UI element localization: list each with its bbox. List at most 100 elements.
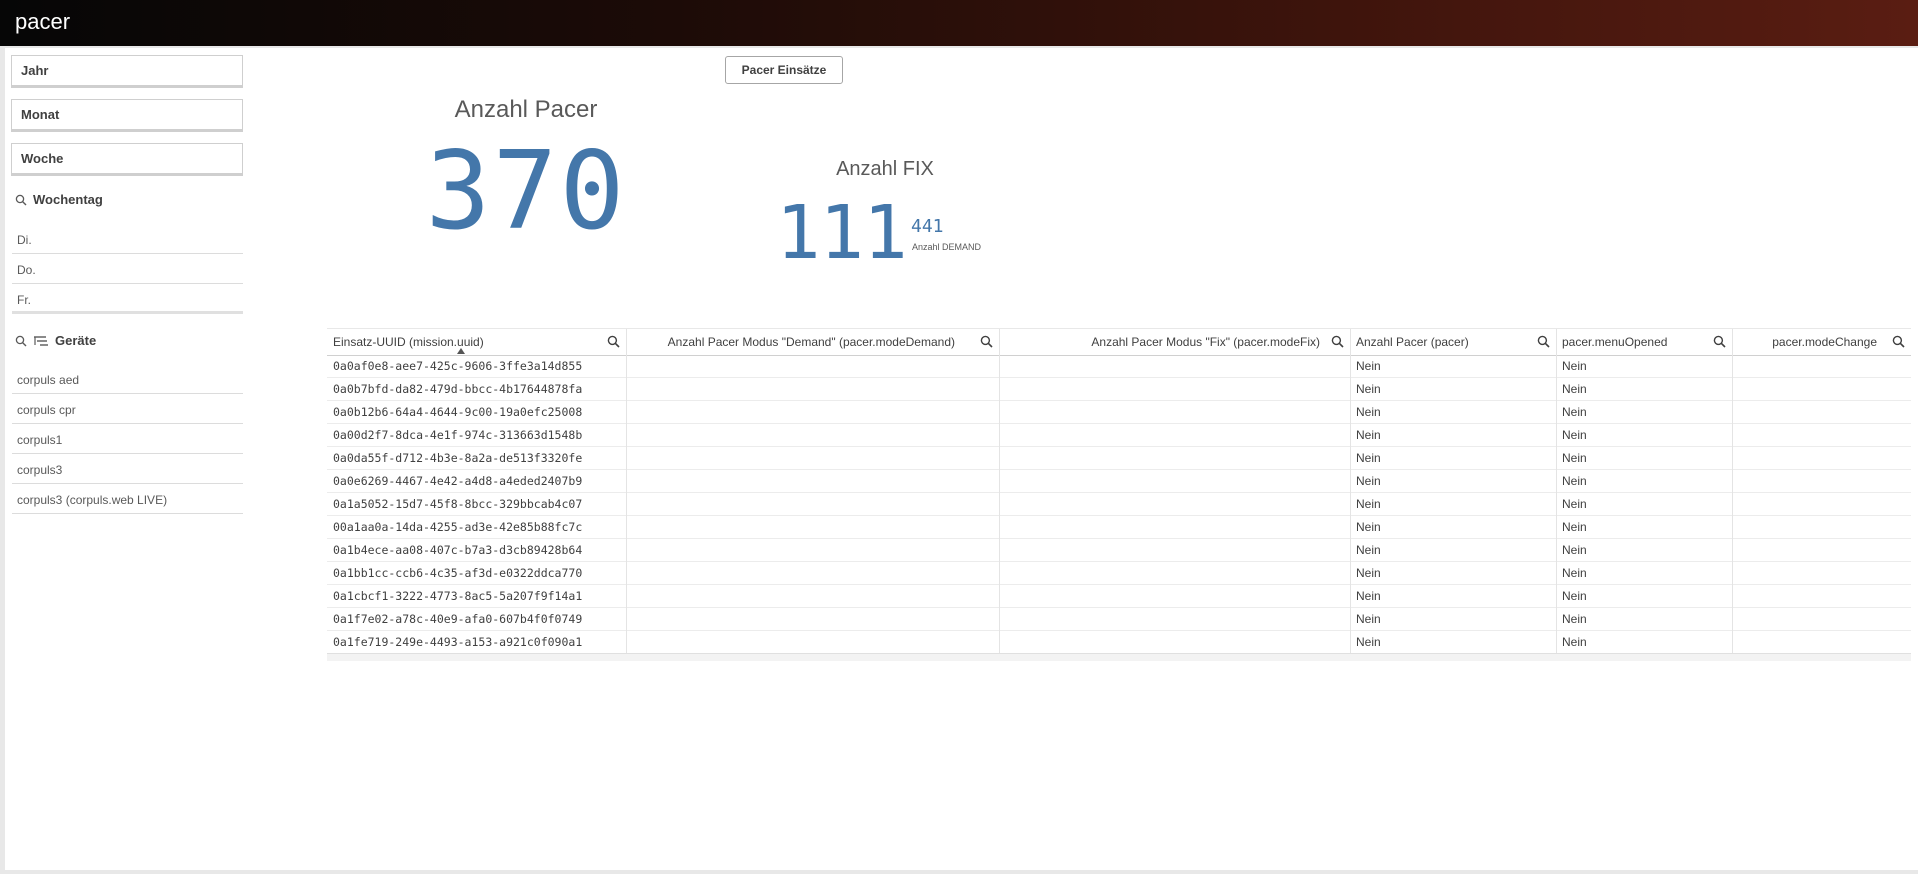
cell-mode-fix[interactable]	[1000, 608, 1351, 631]
cell-menu-opened[interactable]: Nein	[1557, 401, 1733, 424]
cell-mode-change[interactable]	[1733, 562, 1911, 585]
table-row[interactable]: 0a0da55f-d712-4b3e-8a2a-de513f3320fe Nein…	[327, 447, 1911, 470]
cell-anzahl-pacer[interactable]: Nein	[1351, 355, 1557, 378]
cell-mode-fix[interactable]	[1000, 355, 1351, 378]
cell-mode-change[interactable]	[1733, 608, 1911, 631]
cell-mission-uuid[interactable]: 00a1aa0a-14da-4255-ad3e-42e85b88fc7c	[327, 516, 627, 539]
cell-menu-opened[interactable]: Nein	[1557, 470, 1733, 493]
cell-mission-uuid[interactable]: 0a1a5052-15d7-45f8-8bcc-329bbcab4c07	[327, 493, 627, 516]
cell-mission-uuid[interactable]: 0a0af0e8-aee7-425c-9606-3ffe3a14d855	[327, 355, 627, 378]
cell-mode-demand[interactable]	[627, 608, 1000, 631]
table-row[interactable]: 0a00d2f7-8dca-4e1f-974c-313663d1548b Nein…	[327, 424, 1911, 447]
cell-mission-uuid[interactable]: 0a1b4ece-aa08-407c-b7a3-d3cb89428b64	[327, 539, 627, 562]
table-row[interactable]: 0a0b12b6-64a4-4644-9c00-19a0efc25008 Nein…	[327, 401, 1911, 424]
list-item[interactable]: corpuls3	[12, 455, 243, 484]
cell-mode-change[interactable]	[1733, 585, 1911, 608]
cell-mission-uuid[interactable]: 0a0e6269-4467-4e42-a4d8-a4eded2407b9	[327, 470, 627, 493]
cell-anzahl-pacer[interactable]: Nein	[1351, 562, 1557, 585]
cell-mode-fix[interactable]	[1000, 562, 1351, 585]
table-row[interactable]: 0a0af0e8-aee7-425c-9606-3ffe3a14d855 Nein…	[327, 355, 1911, 378]
table-scroll-area[interactable]	[327, 653, 1911, 661]
cell-mission-uuid[interactable]: 0a1bb1cc-ccb6-4c35-af3d-e0322ddca770	[327, 562, 627, 585]
cell-mode-change[interactable]	[1733, 539, 1911, 562]
cell-mode-demand[interactable]	[627, 355, 1000, 378]
cell-mode-change[interactable]	[1733, 424, 1911, 447]
cell-mission-uuid[interactable]: 0a00d2f7-8dca-4e1f-974c-313663d1548b	[327, 424, 627, 447]
cell-mode-fix[interactable]	[1000, 493, 1351, 516]
cell-menu-opened[interactable]: Nein	[1557, 516, 1733, 539]
cell-mission-uuid[interactable]: 0a1f7e02-a78c-40e9-afa0-607b4f0f0749	[327, 608, 627, 631]
table-row[interactable]: 0a1bb1cc-ccb6-4c35-af3d-e0322ddca770 Nein…	[327, 562, 1911, 585]
cell-anzahl-pacer[interactable]: Nein	[1351, 516, 1557, 539]
cell-mode-change[interactable]	[1733, 470, 1911, 493]
table-row[interactable]: 0a1cbcf1-3222-4773-8ac5-5a207f9f14a1 Nein…	[327, 585, 1911, 608]
column-header-mode-change[interactable]: pacer.modeChange	[1733, 329, 1911, 355]
table-row[interactable]: 0a1a5052-15d7-45f8-8bcc-329bbcab4c07 Nein…	[327, 493, 1911, 516]
column-header-mission-uuid[interactable]: Einsatz-UUID (mission.uuid)	[327, 329, 627, 355]
cell-menu-opened[interactable]: Nein	[1557, 493, 1733, 516]
filter-woche[interactable]: Woche	[11, 143, 243, 176]
cell-anzahl-pacer[interactable]: Nein	[1351, 470, 1557, 493]
cell-anzahl-pacer[interactable]: Nein	[1351, 424, 1557, 447]
list-item[interactable]: corpuls3 (corpuls.web LIVE)	[12, 485, 243, 514]
table-row[interactable]: 0a0e6269-4467-4e42-a4d8-a4eded2407b9 Nein…	[327, 470, 1911, 493]
cell-mode-fix[interactable]	[1000, 516, 1351, 539]
search-icon[interactable]	[980, 335, 993, 348]
cell-menu-opened[interactable]: Nein	[1557, 424, 1733, 447]
column-header-mode-demand[interactable]: Anzahl Pacer Modus "Demand" (pacer.modeD…	[627, 329, 1000, 355]
cell-anzahl-pacer[interactable]: Nein	[1351, 401, 1557, 424]
table-row[interactable]: 0a1b4ece-aa08-407c-b7a3-d3cb89428b64 Nein…	[327, 539, 1911, 562]
cell-mode-demand[interactable]	[627, 539, 1000, 562]
table-row[interactable]: 00a1aa0a-14da-4255-ad3e-42e85b88fc7c Nein…	[327, 516, 1911, 539]
cell-anzahl-pacer[interactable]: Nein	[1351, 631, 1557, 654]
cell-anzahl-pacer[interactable]: Nein	[1351, 585, 1557, 608]
column-header-menu-opened[interactable]: pacer.menuOpened	[1557, 329, 1733, 355]
cell-mode-change[interactable]	[1733, 516, 1911, 539]
cell-menu-opened[interactable]: Nein	[1557, 539, 1733, 562]
cell-menu-opened[interactable]: Nein	[1557, 447, 1733, 470]
cell-mode-demand[interactable]	[627, 516, 1000, 539]
cell-mode-demand[interactable]	[627, 424, 1000, 447]
cell-mode-fix[interactable]	[1000, 401, 1351, 424]
filter-jahr[interactable]: Jahr	[11, 55, 243, 88]
geraete-listbox-header[interactable]: Geräte	[15, 333, 96, 348]
cell-menu-opened[interactable]: Nein	[1557, 355, 1733, 378]
cell-anzahl-pacer[interactable]: Nein	[1351, 447, 1557, 470]
cell-mission-uuid[interactable]: 0a0b7bfd-da82-479d-bbcc-4b17644878fa	[327, 378, 627, 401]
cell-mission-uuid[interactable]: 0a0b12b6-64a4-4644-9c00-19a0efc25008	[327, 401, 627, 424]
cell-mode-demand[interactable]	[627, 585, 1000, 608]
cell-anzahl-pacer[interactable]: Nein	[1351, 378, 1557, 401]
table-row[interactable]: 0a0b7bfd-da82-479d-bbcc-4b17644878fa Nein…	[327, 378, 1911, 401]
cell-menu-opened[interactable]: Nein	[1557, 608, 1733, 631]
list-item[interactable]: corpuls1	[12, 425, 243, 454]
cell-mode-demand[interactable]	[627, 493, 1000, 516]
search-icon[interactable]	[1713, 335, 1726, 348]
wochentag-listbox-header[interactable]: Wochentag	[15, 192, 103, 207]
search-icon[interactable]	[1892, 335, 1905, 348]
cell-menu-opened[interactable]: Nein	[1557, 378, 1733, 401]
cell-mode-demand[interactable]	[627, 631, 1000, 654]
cell-mission-uuid[interactable]: 0a1fe719-249e-4493-a153-a921c0f090a1	[327, 631, 627, 654]
filter-monat[interactable]: Monat	[11, 99, 243, 132]
cell-mode-change[interactable]	[1733, 447, 1911, 470]
cell-mode-demand[interactable]	[627, 447, 1000, 470]
cell-mode-demand[interactable]	[627, 470, 1000, 493]
cell-mode-fix[interactable]	[1000, 378, 1351, 401]
cell-anzahl-pacer[interactable]: Nein	[1351, 539, 1557, 562]
table-row[interactable]: 0a1fe719-249e-4493-a153-a921c0f090a1 Nein…	[327, 631, 1911, 654]
cell-menu-opened[interactable]: Nein	[1557, 585, 1733, 608]
cell-mode-change[interactable]	[1733, 355, 1911, 378]
pacer-einsaetze-button[interactable]: Pacer Einsätze	[725, 56, 843, 84]
cell-mode-demand[interactable]	[627, 562, 1000, 585]
search-icon[interactable]	[607, 335, 620, 348]
cell-mode-fix[interactable]	[1000, 470, 1351, 493]
cell-mode-fix[interactable]	[1000, 447, 1351, 470]
column-header-mode-fix[interactable]: Anzahl Pacer Modus "Fix" (pacer.modeFix)	[1000, 329, 1351, 355]
cell-mode-demand[interactable]	[627, 378, 1000, 401]
column-header-anzahl-pacer[interactable]: Anzahl Pacer (pacer)	[1351, 329, 1557, 355]
cell-menu-opened[interactable]: Nein	[1557, 562, 1733, 585]
cell-mode-demand[interactable]	[627, 401, 1000, 424]
table-row[interactable]: 0a1f7e02-a78c-40e9-afa0-607b4f0f0749 Nein…	[327, 608, 1911, 631]
cell-mission-uuid[interactable]: 0a0da55f-d712-4b3e-8a2a-de513f3320fe	[327, 447, 627, 470]
cell-mode-change[interactable]	[1733, 493, 1911, 516]
